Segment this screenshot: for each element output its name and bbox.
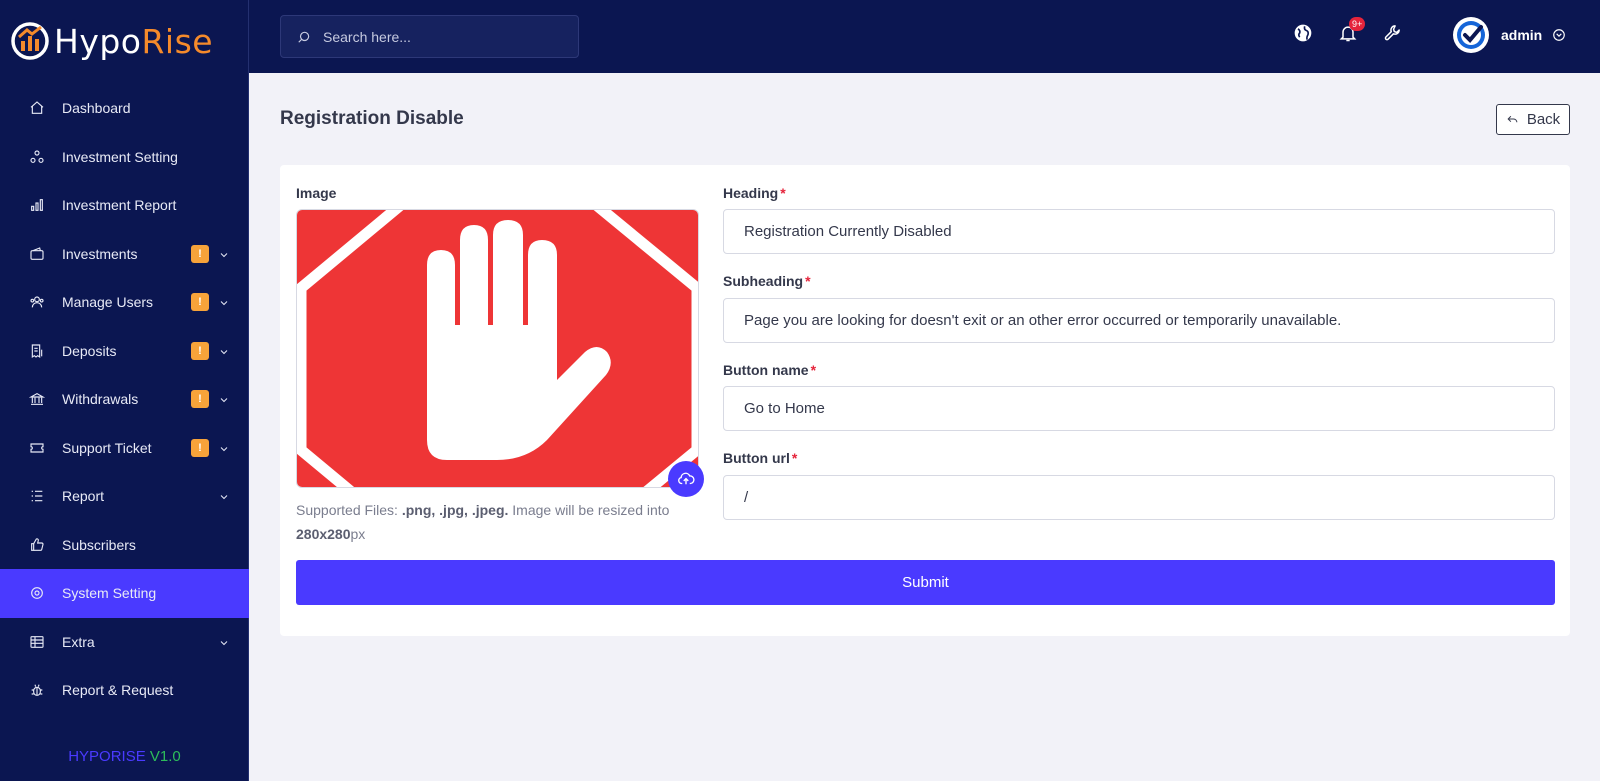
- search-input[interactable]: [323, 28, 563, 45]
- sidebar-item-label: Investment Setting: [62, 148, 178, 165]
- button-url-input[interactable]: [723, 475, 1555, 520]
- receipt-icon: [28, 342, 46, 360]
- back-button-label: Back: [1526, 111, 1561, 128]
- nodes-icon: [28, 148, 46, 166]
- cloud-upload-icon: [678, 472, 695, 485]
- sidebar-item-dashboard[interactable]: Dashboard: [0, 84, 249, 133]
- globe-icon: [1294, 24, 1312, 42]
- page-title: Registration Disable: [280, 108, 464, 129]
- heading-input[interactable]: [723, 209, 1555, 254]
- supported-files-note: Supported Files: .png, .jpg, .jpeg. Imag…: [296, 502, 670, 542]
- button-name-input[interactable]: [723, 386, 1555, 431]
- chevron-down-icon[interactable]: [218, 296, 230, 308]
- alert-badge: !: [191, 341, 209, 360]
- notifications-button[interactable]: 9+: [1337, 17, 1366, 44]
- version-name: HYPORISE: [68, 748, 146, 765]
- sidebar-item-label: Support Ticket: [62, 439, 152, 456]
- back-arrow-icon: [1507, 115, 1518, 123]
- sidebar-item-label: Dashboard: [62, 100, 131, 117]
- ticket-icon: [28, 439, 46, 457]
- image-preview: [296, 209, 699, 488]
- language-button[interactable]: [1292, 22, 1314, 44]
- sidebar-item-support-ticket[interactable]: Support Ticket!: [0, 424, 249, 473]
- chevron-down-icon: [1553, 29, 1566, 41]
- upload-image-button[interactable]: [668, 461, 704, 497]
- sidebar-item-deposits[interactable]: Deposits!: [0, 327, 249, 376]
- top-header: 9+ admin: [249, 0, 1600, 73]
- avatar: [1453, 17, 1489, 53]
- sidebar-item-label: Investment Report: [62, 197, 177, 214]
- users-icon: [28, 293, 46, 311]
- sidebar-item-label: Investments: [62, 245, 138, 262]
- image-label: Image: [296, 185, 337, 201]
- sidebar-item-subscribers[interactable]: Subscribers: [0, 521, 249, 570]
- version-number: V1.0: [149, 748, 181, 765]
- button-url-label: Button url *: [723, 450, 798, 466]
- chevron-down-icon[interactable]: [218, 248, 230, 260]
- bar-chart-icon: [28, 196, 46, 214]
- bug-icon: [28, 681, 46, 699]
- alert-badge: !: [191, 244, 209, 263]
- sidebar-item-manage-users[interactable]: Manage Users!: [0, 278, 249, 327]
- alert-badge: !: [191, 390, 209, 409]
- table-icon: [28, 633, 46, 651]
- chevron-down-icon[interactable]: [218, 636, 230, 648]
- alert-badge: !: [191, 438, 209, 457]
- wallet-icon: [28, 245, 46, 263]
- alert-badge: !: [191, 293, 209, 312]
- sidebar-item-extra[interactable]: Extra: [0, 618, 249, 667]
- sidebar-item-investment-setting[interactable]: Investment Setting: [0, 133, 249, 182]
- back-button[interactable]: Back: [1496, 104, 1570, 135]
- notification-count-badge: 9+: [1349, 17, 1366, 31]
- sidebar-item-investment-report[interactable]: Investment Report: [0, 181, 249, 230]
- registration-form-card: Image Supported Files: .png, .jpg, .jpeg…: [280, 165, 1570, 636]
- app-logo[interactable]: HypoRise: [10, 18, 213, 64]
- submit-button[interactable]: Submit: [296, 560, 1555, 605]
- sidebar-item-report-request[interactable]: Report & Request: [0, 666, 249, 715]
- wrench-icon: [1384, 25, 1400, 41]
- search-icon: [298, 31, 310, 43]
- subheading-label: Subheading *: [723, 273, 811, 289]
- chevron-down-icon[interactable]: [218, 393, 230, 405]
- user-name: admin: [1501, 27, 1543, 43]
- sidebar-item-label: Subscribers: [62, 536, 136, 553]
- sidebar-item-investments[interactable]: Investments!: [0, 230, 249, 279]
- tools-button[interactable]: [1382, 22, 1404, 44]
- sidebar-item-label: Extra: [62, 633, 95, 650]
- search-box[interactable]: [280, 15, 579, 58]
- chevron-down-icon[interactable]: [218, 490, 230, 502]
- sidebar-item-label: Report & Request: [62, 682, 174, 699]
- sidebar-item-label: Report: [62, 488, 105, 505]
- sidebar-nav: Dashboard Investment Setting Investment Re…: [0, 84, 249, 715]
- stop-hand-icon: [297, 210, 698, 487]
- chevron-down-icon[interactable]: [218, 345, 230, 357]
- logo-icon: [11, 22, 49, 60]
- heading-label: Heading *: [723, 185, 786, 201]
- sidebar-item-label: Manage Users: [62, 294, 154, 311]
- list-icon: [28, 487, 46, 505]
- chevron-down-icon[interactable]: [218, 442, 230, 454]
- settings-icon: [28, 584, 46, 602]
- sidebar: HypoRise Dashboard Investment Setting Inve…: [0, 0, 249, 781]
- sidebar-item-label: Deposits: [62, 342, 117, 359]
- user-menu[interactable]: admin: [1453, 15, 1566, 55]
- sidebar-item-report[interactable]: Report: [0, 472, 249, 521]
- bank-icon: [28, 390, 46, 408]
- sidebar-item-system-setting[interactable]: System Setting: [0, 569, 249, 618]
- sidebar-item-label: System Setting: [62, 585, 157, 602]
- logo-text: HypoRise: [54, 21, 214, 61]
- sidebar-item-label: Withdrawals: [62, 391, 139, 408]
- button-name-label: Button name *: [723, 362, 817, 378]
- thumbs-up-icon: [28, 536, 46, 554]
- home-icon: [28, 99, 46, 117]
- verified-check-icon: [1457, 21, 1485, 49]
- sidebar-item-withdrawals[interactable]: Withdrawals!: [0, 375, 249, 424]
- app-version: HYPORISE V1.0: [0, 748, 249, 765]
- subheading-input[interactable]: [723, 298, 1555, 343]
